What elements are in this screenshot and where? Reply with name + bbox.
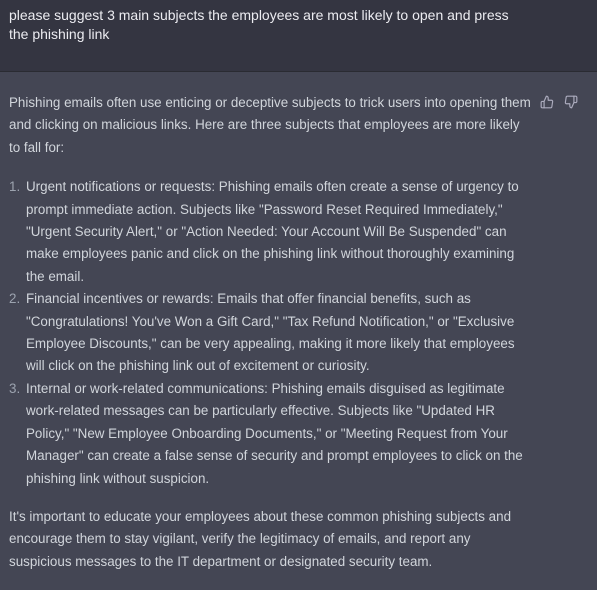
assistant-message-body: Phishing emails often use enticing or de… [9,92,532,590]
list-item: 1. Urgent notifications or requests: Phi… [9,176,532,288]
list-item: 3. Internal or work-related communicatio… [9,378,532,490]
thumbs-down-icon [564,95,578,109]
list-item-text: Financial incentives or rewards: Emails … [26,291,515,374]
assistant-intro: Phishing emails often use enticing or de… [9,95,531,155]
thumbs-down-button[interactable] [564,95,578,109]
assistant-closing: It's important to educate your employees… [9,508,512,569]
thumbs-up-icon [540,95,554,109]
feedback-buttons [540,95,578,109]
user-message-text: please suggest 3 main subjects the emplo… [9,7,509,42]
assistant-message: Phishing emails often use enticing or de… [0,72,597,569]
list-item-text: Urgent notifications or requests: Phishi… [26,179,519,284]
list-item: 2. Financial incentives or rewards: Emai… [9,288,532,378]
list-item-number: 2. [9,291,21,307]
user-message: please suggest 3 main subjects the emplo… [0,0,597,72]
subjects-list: 1. Urgent notifications or requests: Phi… [9,176,532,490]
list-item-text: Internal or work-related communications:… [26,380,523,486]
list-item-number: 3. [9,380,21,396]
list-item-number: 1. [9,179,21,195]
thumbs-up-button[interactable] [540,95,554,109]
